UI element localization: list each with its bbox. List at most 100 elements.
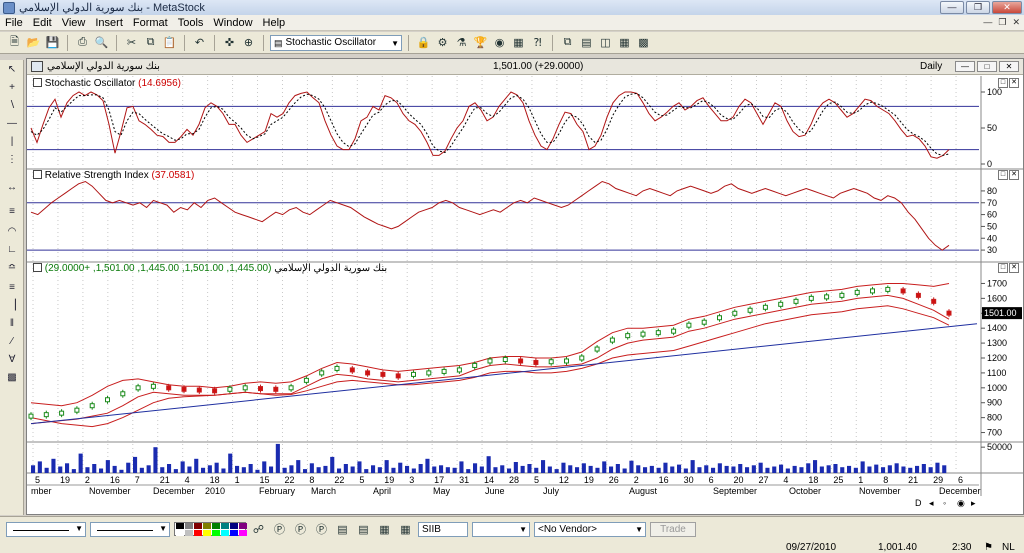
menu-help[interactable]: Help [258, 17, 291, 29]
chart-scroll-control[interactable]: D [915, 498, 922, 508]
close-button[interactable]: ✕ [992, 1, 1022, 14]
symbol-list-select[interactable]: ▼ [472, 521, 530, 537]
chart-canvas[interactable]: 5 19 2 16 7 21 4 18 1 15 22 8 22 5 19 3 17 31 14 28 5 12 19 26 2… [27, 76, 1023, 515]
print-icon[interactable]: ⎙ [74, 34, 91, 51]
color-swatch[interactable] [239, 523, 247, 529]
panel-close-icon[interactable]: ✕ [1009, 78, 1019, 88]
tile-horizontal-icon[interactable]: ▤ [578, 34, 595, 51]
menu-window[interactable]: Window [208, 17, 257, 29]
new-file-icon[interactable]: 🗎 [6, 34, 23, 51]
chart-scroll-control[interactable]: ▸ [971, 498, 976, 508]
chart-scroll-control[interactable]: ◂ [929, 498, 934, 508]
open-folder-icon[interactable]: 📂 [25, 34, 42, 51]
grid-icon[interactable]: ▩ [3, 372, 21, 387]
fan-lines-icon[interactable]: ∟ [3, 244, 21, 259]
layout-icon[interactable]: ▩ [635, 34, 652, 51]
menu-format[interactable]: Format [128, 17, 173, 29]
print-preview-icon[interactable]: 🔍 [93, 34, 110, 51]
panel-close-icon[interactable]: ✕ [1009, 263, 1019, 273]
panel-restore-icon[interactable]: □ [998, 170, 1008, 180]
andrews-pitchfork-icon[interactable]: ∀ [3, 354, 21, 369]
panel-close-icon[interactable]: ✕ [1009, 170, 1019, 180]
color-swatch[interactable] [239, 530, 247, 536]
indicator-select[interactable]: ▤ Stochastic Oscillator ▼ [270, 34, 402, 51]
color-swatch[interactable] [221, 530, 229, 536]
horizontal-line-icon[interactable]: — [3, 118, 21, 133]
pointer-icon[interactable]: ↖ [3, 64, 21, 79]
color-swatch[interactable] [194, 530, 202, 536]
regression-channel-icon[interactable]: ‖ [3, 318, 21, 333]
crosshair-tool-icon[interactable]: + [3, 82, 21, 97]
explorer-icon[interactable]: ⚙ [434, 34, 451, 51]
minimize-button[interactable]: — [940, 1, 964, 14]
chart-minimize-button[interactable]: — [955, 61, 975, 72]
tile-vertical-icon[interactable]: ◫ [597, 34, 614, 51]
paste-icon[interactable]: 📋 [161, 34, 178, 51]
line-style-select[interactable]: ▼ [6, 521, 86, 537]
chart-scroll-control[interactable]: ◉ [957, 498, 965, 508]
color-swatch[interactable] [212, 530, 220, 536]
vendor-select[interactable]: <No Vendor> ▼ [534, 521, 646, 537]
color-swatch[interactable] [212, 523, 220, 529]
color-palette[interactable] [174, 522, 247, 536]
color-swatch[interactable] [176, 530, 184, 536]
time-zones-icon[interactable]: ≡ [3, 282, 21, 297]
color-swatch[interactable] [194, 523, 202, 529]
chart-scroll-control[interactable]: ◦ [943, 498, 946, 508]
cut-icon[interactable]: ✂ [123, 34, 140, 51]
zoom-icon[interactable]: ⊕ [240, 34, 257, 51]
raff-channel-icon[interactable]: ∕ [3, 336, 21, 351]
chart-maximize-button[interactable]: □ [977, 61, 997, 72]
panel-restore-icon[interactable]: □ [998, 263, 1008, 273]
color-swatch[interactable] [203, 523, 211, 529]
mdi-restore-icon[interactable]: ❒ [998, 17, 1006, 28]
undo-icon[interactable]: ↶ [191, 34, 208, 51]
color-swatch[interactable] [230, 523, 238, 529]
data-window-icon[interactable]: ▦ [376, 521, 393, 538]
fibonacci-icon[interactable]: ≡ [3, 206, 21, 221]
smart-chart-icon[interactable]: ▤ [355, 521, 372, 538]
speed-lines-icon[interactable]: ▕ [3, 300, 21, 315]
vertical-line-icon[interactable]: | [3, 136, 21, 151]
menu-insert[interactable]: Insert [90, 17, 128, 29]
scroll-icon[interactable]: ↔ [3, 182, 21, 197]
formula-icon[interactable]: ▦ [510, 34, 527, 51]
expert-e-icon[interactable]: Ⓟ [292, 521, 309, 538]
trendline-tool-icon[interactable]: ∖ [3, 100, 21, 115]
cycle-lines-icon[interactable]: ⋮ [3, 154, 21, 169]
color-swatch[interactable] [185, 530, 193, 536]
mdi-minimize-icon[interactable]: — [983, 17, 992, 28]
menu-tools[interactable]: Tools [173, 17, 209, 29]
menu-view[interactable]: View [57, 17, 91, 29]
menu-file[interactable]: File [0, 17, 28, 29]
color-swatch[interactable] [185, 523, 193, 529]
restore-button[interactable]: ❒ [966, 1, 990, 14]
trade-button[interactable]: Trade [650, 521, 696, 537]
line-width-select[interactable]: ▼ [90, 521, 170, 537]
cascade-windows-icon[interactable]: ⧉ [559, 34, 576, 51]
crosshair-icon[interactable]: ✜ [221, 34, 238, 51]
mdi-close-icon[interactable]: ✕ [1012, 17, 1020, 28]
system-e-icon[interactable]: Ⓟ [313, 521, 330, 538]
indicator-builder-icon[interactable]: ☍ [250, 521, 267, 538]
tile-grid-icon[interactable]: ▦ [616, 34, 633, 51]
color-swatch[interactable] [176, 523, 184, 529]
lock-icon[interactable]: 🔒 [415, 34, 432, 51]
template-icon[interactable]: ▤ [334, 521, 351, 538]
chart-period[interactable]: Daily [920, 61, 942, 72]
copy-icon[interactable]: ⧉ [142, 34, 159, 51]
system-tester-icon[interactable]: 🏆 [472, 34, 489, 51]
help-pointer-icon[interactable]: ⁈ [529, 34, 546, 51]
save-icon[interactable]: 💾 [44, 34, 61, 51]
arcs-icon[interactable]: ◠ [3, 226, 21, 241]
symbol-field[interactable]: SIIB [418, 521, 468, 537]
inspector-icon[interactable]: ▦ [397, 521, 414, 538]
binoculars-icon[interactable]: ◉ [491, 34, 508, 51]
color-swatch[interactable] [221, 523, 229, 529]
color-swatch[interactable] [203, 530, 211, 536]
menu-edit[interactable]: Edit [28, 17, 57, 29]
explorer-e-icon[interactable]: Ⓟ [271, 521, 288, 538]
expert-icon[interactable]: ⚗ [453, 34, 470, 51]
chart-close-button[interactable]: ✕ [999, 61, 1019, 72]
color-swatch[interactable] [230, 530, 238, 536]
